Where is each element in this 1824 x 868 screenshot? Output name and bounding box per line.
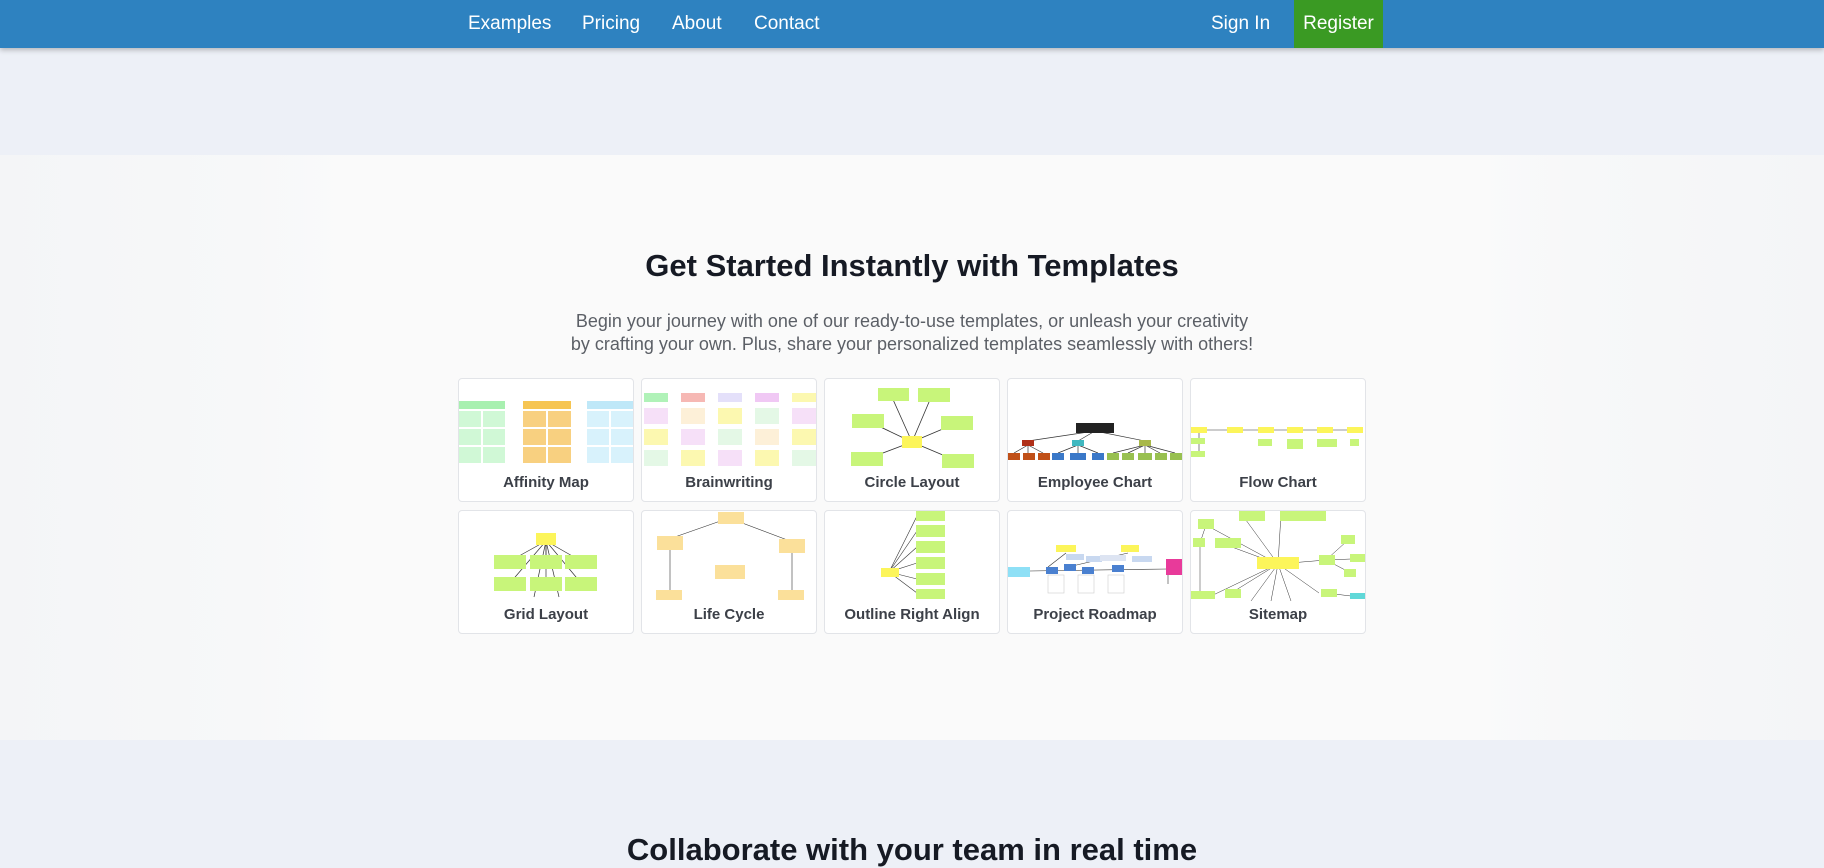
card-label: Sitemap — [1248, 606, 1308, 623]
outline-right-align-thumbnail — [881, 511, 945, 599]
card-label: Outline Right Align — [844, 606, 980, 623]
card-label: Flow Chart — [1239, 474, 1317, 491]
top-navigation-bar: Examples Pricing About Contact Sign In R… — [0, 0, 1824, 48]
template-card-life-cycle[interactable]: Life Cycle — [641, 510, 817, 634]
project-roadmap-thumbnail — [1008, 545, 1182, 594]
affinity-map-thumbnail — [459, 401, 633, 463]
flow-chart-thumbnail — [1191, 427, 1363, 457]
nav-link-examples[interactable]: Examples — [468, 0, 551, 48]
template-card-affinity-map[interactable]: Affinity Map — [458, 378, 634, 502]
templates-section-subtitle: Begin your journey with one of our ready… — [0, 310, 1824, 356]
nav-link-contact[interactable]: Contact — [754, 0, 819, 48]
employee-chart-thumbnail — [1008, 423, 1182, 460]
sitemap-thumbnail — [1191, 511, 1365, 601]
template-card-circle-layout[interactable]: Circle Layout — [824, 378, 1000, 502]
templates-section-title: Get Started Instantly with Templates — [645, 248, 1179, 283]
nav-link-pricing[interactable]: Pricing — [582, 0, 640, 48]
template-card-employee-chart[interactable]: Employee Chart — [1007, 378, 1183, 502]
collaborate-section-title: Collaborate with your team in real time — [626, 832, 1198, 867]
card-label: Circle Layout — [864, 474, 960, 491]
template-card-brainwriting[interactable]: Brainwriting — [641, 378, 817, 502]
register-button[interactable]: Register — [1294, 0, 1383, 48]
circle-layout-thumbnail — [851, 388, 974, 468]
sign-in-link[interactable]: Sign In — [1211, 0, 1270, 48]
template-card-flow-chart[interactable]: Flow Chart — [1190, 378, 1366, 502]
subtitle-line-2: by crafting your own. Plus, share your p… — [570, 334, 1254, 354]
nav-link-about[interactable]: About — [672, 0, 722, 48]
template-card-sitemap[interactable]: Sitemap — [1190, 510, 1366, 634]
life-cycle-thumbnail — [656, 512, 805, 600]
template-card-outline-right-align[interactable]: Outline Right Align — [824, 510, 1000, 634]
subtitle-line-1: Begin your journey with one of our ready… — [575, 311, 1249, 331]
grid-layout-thumbnail — [494, 533, 597, 598]
template-card-grid-layout[interactable]: Grid Layout — [458, 510, 634, 634]
template-card-project-roadmap[interactable]: Project Roadmap — [1007, 510, 1183, 634]
card-label: Project Roadmap — [1033, 606, 1157, 623]
brainwriting-thumbnail — [644, 393, 816, 466]
card-label: Grid Layout — [503, 606, 589, 623]
card-label: Brainwriting — [685, 474, 773, 491]
card-label: Employee Chart — [1037, 474, 1153, 491]
card-label: Affinity Map — [503, 474, 589, 491]
card-label: Life Cycle — [693, 606, 765, 623]
